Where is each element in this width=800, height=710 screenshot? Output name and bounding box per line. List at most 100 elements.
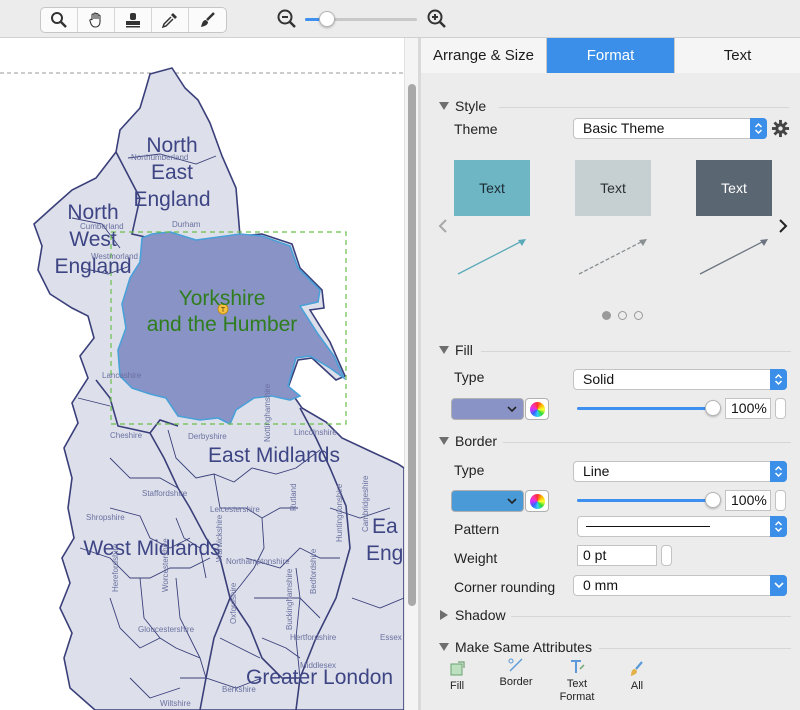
- search-icon: [51, 12, 67, 28]
- same-text-format-button[interactable]: Text Format: [555, 658, 599, 704]
- theme-sample-text: Text: [721, 180, 747, 196]
- map-canvas[interactable]: T North East England North West England …: [0, 38, 404, 710]
- page-dot-1[interactable]: [602, 311, 611, 320]
- fill-type-value: Solid: [583, 371, 615, 387]
- county-label: Buckinghamshire: [285, 568, 294, 630]
- corner-rounding-select[interactable]: 0 mm: [573, 575, 787, 596]
- same-all-button[interactable]: All: [625, 660, 649, 692]
- fill-type-select[interactable]: Solid: [573, 369, 787, 390]
- chevron-right-icon[interactable]: [778, 219, 788, 233]
- county-label: Bedfordshire: [309, 548, 318, 594]
- label-north-west-2: West: [69, 228, 117, 251]
- county-label: Lancashire: [102, 371, 142, 380]
- county-label: Oxfordshire: [229, 582, 238, 624]
- fill-opacity-stepper[interactable]: [775, 398, 786, 419]
- theme-label: Theme: [454, 121, 498, 137]
- slider-knob[interactable]: [705, 400, 721, 416]
- all-attributes-icon: [631, 661, 643, 676]
- border-opacity-field[interactable]: 100%: [725, 490, 771, 511]
- border-opacity-slider[interactable]: [577, 492, 721, 508]
- theme-sample-2[interactable]: Text: [575, 160, 651, 216]
- divider: [599, 648, 791, 649]
- county-label: Cumberland: [80, 222, 124, 231]
- shadow-section-toggle[interactable]: Shadow: [439, 607, 506, 623]
- border-type-select[interactable]: Line: [573, 461, 787, 482]
- county-label: Derbyshire: [188, 432, 227, 441]
- style-section-toggle[interactable]: Style: [439, 98, 486, 114]
- zoom-in-icon: [427, 9, 446, 28]
- county-label: Rutland: [289, 483, 298, 511]
- theme-line-sample-1: [457, 239, 526, 275]
- canvas-scrollbar[interactable]: [404, 38, 418, 710]
- slider-fill: [577, 407, 711, 410]
- style-heading: Style: [455, 98, 487, 114]
- make-same-attributes-toggle[interactable]: Make Same Attributes: [439, 639, 592, 655]
- border-section-toggle[interactable]: Border: [439, 433, 497, 449]
- slider-fill: [577, 499, 711, 502]
- weight-field[interactable]: 0 pt: [577, 545, 657, 566]
- disclosure-triangle-icon: [439, 102, 449, 110]
- zoom-out-button[interactable]: [277, 9, 297, 29]
- weight-label: Weight: [454, 550, 498, 566]
- zoom-slider-knob[interactable]: [319, 11, 336, 27]
- corner-rounding-value: 0 mm: [583, 577, 618, 593]
- theme-value: Basic Theme: [583, 120, 665, 136]
- chevron-down-icon: [770, 575, 787, 596]
- panel-tabs: Arrange & Size Format Text: [421, 38, 800, 73]
- border-opacity-stepper[interactable]: [775, 490, 786, 511]
- fill-color-wheel-button[interactable]: [525, 398, 549, 420]
- divider: [503, 442, 791, 443]
- brush-icon: [200, 12, 215, 27]
- border-color-button[interactable]: [451, 490, 524, 512]
- chevron-down-icon: [507, 498, 517, 505]
- same-border-label: Border: [499, 676, 533, 688]
- tool-group: [40, 7, 227, 33]
- zoom-in-button[interactable]: [427, 9, 447, 29]
- hand-tool-button[interactable]: [78, 8, 115, 32]
- selected-region-label-2[interactable]: and the Humber: [147, 313, 298, 336]
- slider-knob[interactable]: [705, 492, 721, 508]
- pattern-select[interactable]: [577, 516, 787, 537]
- county-label: Northamptonshire: [226, 557, 290, 566]
- weight-stepper[interactable]: [661, 545, 672, 566]
- theme-sample-1[interactable]: Text: [454, 160, 530, 216]
- theme-select[interactable]: Basic Theme: [573, 118, 767, 139]
- label-east-midlands: East Midlands: [208, 444, 340, 467]
- fill-section-toggle[interactable]: Fill: [439, 342, 473, 358]
- tab-arrange-size[interactable]: Arrange & Size: [421, 38, 547, 73]
- line-pattern-preview: [586, 526, 710, 527]
- tab-format[interactable]: Format: [547, 38, 675, 73]
- page-dot-3[interactable]: [634, 311, 643, 320]
- brush-tool-button[interactable]: [189, 8, 226, 32]
- eyedropper-tool-button[interactable]: [152, 8, 189, 32]
- county-label: Berkshire: [222, 685, 256, 694]
- same-border-button[interactable]: Border: [495, 656, 537, 688]
- border-color-wheel-button[interactable]: [525, 490, 549, 512]
- county-label: Nottinghamshire: [263, 383, 272, 442]
- tab-text[interactable]: Text: [675, 38, 800, 73]
- search-tool-button[interactable]: [41, 8, 78, 32]
- county-label: Worcestershire: [161, 538, 170, 592]
- same-attributes-buttons: Fill Border Text Format All: [421, 658, 800, 710]
- selected-region-label-1[interactable]: Yorkshire: [179, 287, 266, 310]
- fill-type-label: Type: [454, 369, 485, 385]
- page-dot-2[interactable]: [618, 311, 627, 320]
- chevron-left-icon[interactable]: [438, 219, 448, 233]
- stamp-tool-button[interactable]: [115, 8, 152, 32]
- color-wheel-icon: [529, 493, 545, 509]
- fill-opacity-field[interactable]: 100%: [725, 398, 771, 419]
- county-label: Wiltshire: [160, 699, 191, 708]
- zoom-slider[interactable]: [305, 11, 417, 27]
- stamp-icon: [126, 13, 140, 28]
- gear-icon[interactable]: [771, 119, 790, 138]
- county-label: Leicestershire: [210, 505, 260, 514]
- color-wheel-icon: [529, 401, 545, 417]
- fill-opacity-slider[interactable]: [577, 400, 721, 416]
- disclosure-triangle-icon: [439, 643, 449, 651]
- border-type-label: Type: [454, 462, 485, 478]
- pattern-label: Pattern: [454, 521, 500, 537]
- theme-sample-3[interactable]: Text: [696, 160, 772, 216]
- same-fill-button[interactable]: Fill: [443, 660, 471, 692]
- canvas-scrollbar-thumb[interactable]: [408, 84, 416, 606]
- fill-color-button[interactable]: [451, 398, 524, 420]
